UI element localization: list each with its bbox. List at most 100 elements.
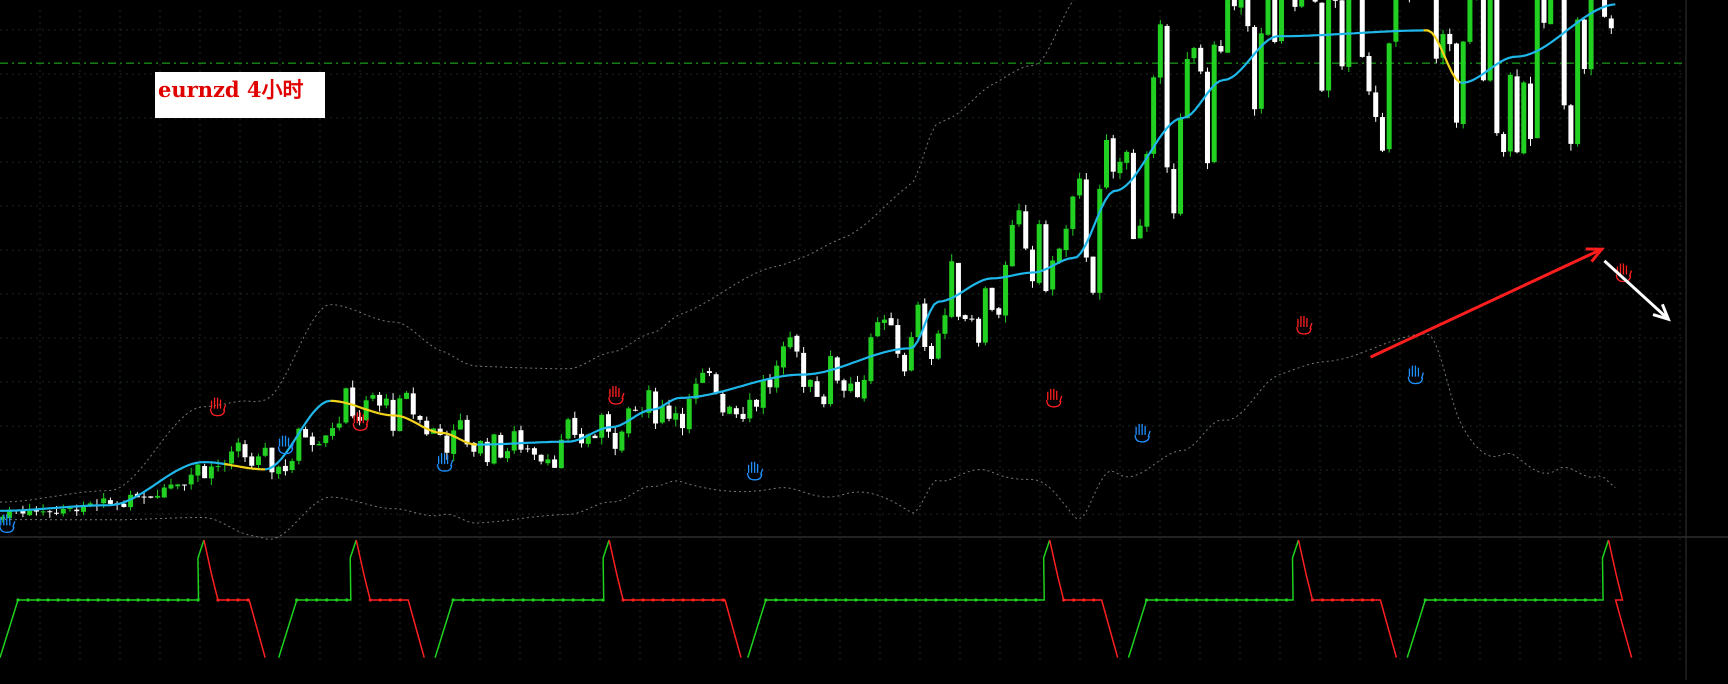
candle <box>1568 103 1574 151</box>
oscillator-point <box>691 598 695 602</box>
oscillator-point <box>398 598 402 602</box>
oscillator-point <box>1254 598 1259 602</box>
candle <box>1164 24 1170 173</box>
oscillator-point <box>944 598 948 602</box>
oscillator-point <box>216 598 220 602</box>
candle <box>1157 20 1163 84</box>
oscillator-point <box>146 598 150 602</box>
oscillator-point <box>844 598 848 602</box>
candle-body <box>552 459 558 468</box>
candle-body <box>1514 76 1520 153</box>
candle-body <box>1581 19 1587 69</box>
candle-body <box>504 451 510 459</box>
candle-body <box>54 512 60 514</box>
candle-body <box>1373 92 1379 117</box>
candle-body <box>276 466 282 474</box>
candle <box>1258 27 1264 114</box>
candle-body <box>343 388 349 423</box>
candle-body <box>929 346 935 360</box>
candle-body <box>747 399 753 419</box>
candle-body <box>262 447 268 456</box>
candle-body <box>1379 117 1385 151</box>
candle-body <box>1278 0 1284 42</box>
oscillator-point <box>1034 598 1038 602</box>
candle <box>1104 134 1110 190</box>
oscillator-point <box>641 598 645 602</box>
candle <box>1534 0 1540 139</box>
oscillator-point <box>1284 598 1289 602</box>
candle-body <box>558 439 564 469</box>
oscillator-point <box>864 598 868 602</box>
oscillator-point <box>884 598 888 602</box>
candle-body <box>854 381 860 398</box>
candle <box>1211 41 1217 164</box>
candle-body <box>1541 0 1547 23</box>
oscillator-point <box>345 598 349 602</box>
candle-body <box>1528 83 1534 140</box>
oscillator-point <box>1533 598 1537 602</box>
oscillator-point <box>1310 598 1315 602</box>
oscillator-point <box>854 598 858 602</box>
candle-body <box>107 500 113 504</box>
oscillator-point <box>315 598 319 602</box>
candle <box>1507 72 1513 157</box>
candle-body <box>875 322 881 337</box>
candle-body <box>309 436 315 446</box>
oscillator-point <box>1340 598 1345 602</box>
candle-body <box>794 335 800 352</box>
candle-body <box>303 429 309 438</box>
candle-body <box>828 356 834 404</box>
candle-body <box>282 465 288 472</box>
candle-body <box>700 372 706 383</box>
candle-body <box>141 496 147 498</box>
candle <box>1198 44 1204 75</box>
oscillator-point <box>106 598 110 602</box>
candle-body <box>155 495 161 498</box>
candle-body <box>1029 249 1035 282</box>
oscillator-point <box>661 598 665 602</box>
candle-body <box>316 443 322 446</box>
candle-body <box>377 394 383 406</box>
candle-body <box>518 430 524 450</box>
oscillator-point <box>701 598 705 602</box>
candle-body <box>686 398 692 430</box>
candle-body <box>989 287 995 310</box>
candle <box>1366 52 1372 96</box>
candle-body <box>1077 178 1083 196</box>
candle-body <box>242 444 248 458</box>
candle-body <box>841 380 847 391</box>
oscillator-point <box>1184 598 1189 602</box>
oscillator-point <box>56 598 60 602</box>
oscillator-point <box>461 598 465 602</box>
candle-body <box>1036 224 1042 283</box>
candle <box>1359 0 1365 58</box>
candle-body <box>195 464 201 476</box>
candle-body <box>168 484 174 489</box>
candle-body <box>1110 138 1116 172</box>
candle-body <box>47 511 53 513</box>
candle-body <box>1507 74 1513 152</box>
candle <box>1346 0 1352 73</box>
candle <box>955 262 961 321</box>
oscillator-point <box>1523 598 1527 602</box>
candle-body <box>612 432 618 449</box>
candle <box>713 372 719 395</box>
candle-body <box>208 466 214 479</box>
candle <box>801 346 807 393</box>
oscillator-point <box>1024 598 1028 602</box>
candle-body <box>902 354 908 372</box>
candle-body <box>1178 118 1184 214</box>
oscillator-point <box>561 598 565 602</box>
oscillator-point <box>601 598 605 602</box>
candle-body <box>706 371 712 373</box>
oscillator-point <box>186 598 190 602</box>
candle <box>1480 0 1486 82</box>
candle <box>1184 52 1190 119</box>
candle-body <box>464 419 470 445</box>
oscillator-point <box>246 598 250 602</box>
oscillator-point <box>1194 598 1199 602</box>
candle-body <box>531 448 537 455</box>
oscillator-point <box>531 598 535 602</box>
oscillator-point <box>1370 598 1375 602</box>
candle-body <box>996 308 1002 315</box>
